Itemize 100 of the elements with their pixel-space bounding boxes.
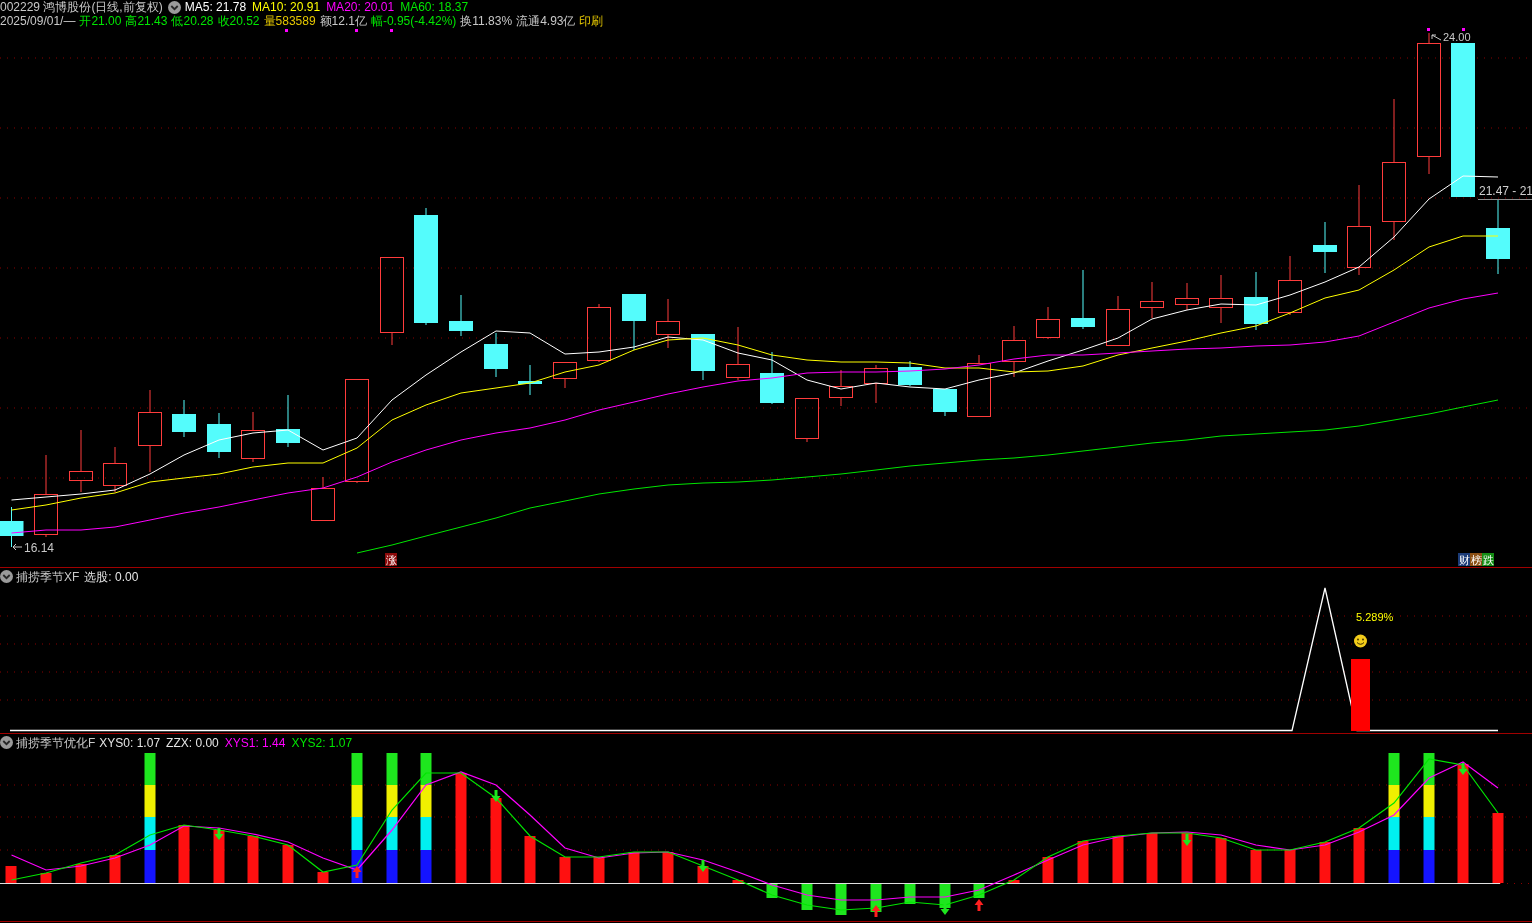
moving-average-value: MA60: 18.37 [400,0,469,14]
histogram-bar [178,825,190,883]
histogram-bar [109,855,121,883]
candlestick [311,476,335,521]
pointer-arrow-icon [1431,34,1442,41]
histogram-bar [835,884,847,915]
event-badge: 涨 [385,553,397,566]
histogram-bar [1112,836,1124,883]
candlestick [760,351,784,405]
stock-title: 002229 鸿博股份(日线,前复权) [0,0,163,14]
candlestick [587,303,611,363]
price-label: 24.00 [1443,31,1471,43]
chevron-down-circle-icon[interactable] [167,0,181,14]
down-arrow-icon [940,903,950,915]
histogram-bar [1042,857,1054,883]
indicator-title: 捕捞季节优化F [16,735,96,750]
candlestick [656,298,680,349]
candlestick [1140,281,1164,319]
event-badge: 跌 [1482,553,1494,566]
smiley-icon [1354,634,1367,648]
price-label: 16.14 [24,541,55,555]
histogram-bar [1492,813,1504,883]
candlestick [864,364,888,404]
moving-average-value: MA10: 20.91 [252,0,321,14]
candlestick [69,429,93,493]
down-arrow-icon [1182,834,1192,846]
histogram-bar [40,873,52,883]
moving-average-value: MA5: 21.78 [184,0,247,14]
quote-field: 高21.43 [125,14,168,28]
candlestick [553,362,577,389]
histogram-bar [904,884,916,904]
percent-label: 5.289% [1356,611,1394,623]
candlestick [518,364,542,396]
indicator-title: 捕捞季节XF [16,569,80,584]
candlestick [829,369,853,407]
candlestick [1036,306,1060,340]
candlestick [1175,282,1199,311]
pointer-arrow-icon [12,543,23,551]
candlestick [1313,221,1337,274]
candlestick [622,293,646,351]
indicator-value: ZZX: 0.00 [166,735,219,750]
event-badge: 财 [1458,553,1470,566]
candlestick [1002,325,1026,378]
candlestick [726,326,750,381]
quote-field: 低20.28 [171,14,214,28]
candlestick [207,412,231,459]
candlestick [933,388,957,417]
histogram-bar [317,872,329,883]
histogram-bar [1008,880,1020,883]
quote-field: 开21.00 [79,14,122,28]
histogram-bar [1077,841,1089,883]
quote-field: 2025/09/01/— [0,14,76,28]
histogram-bar [662,852,674,883]
down-arrow-icon [491,790,501,802]
candlestick [795,398,819,443]
histogram-bar [628,852,640,883]
candlestick [691,333,715,381]
indicator-value: 选股: 0.00 [84,569,139,584]
up-arrow-icon [352,866,362,878]
candlestick [103,446,127,493]
histogram-bar [973,884,985,898]
histogram-bar [524,836,536,883]
indicator-value: XYS0: 1.07 [99,735,161,750]
signal-bar [1351,659,1370,731]
candlestick [0,506,24,548]
histogram-bar [1146,833,1158,883]
histogram-bar [1284,850,1296,883]
quote-field: 额12.1亿 [319,14,367,28]
candlestick [1106,295,1130,346]
histogram-bar [1181,833,1193,883]
candlestick [484,332,508,378]
histogram-bar [1319,842,1331,883]
down-arrow-icon [698,860,708,872]
candlestick [276,394,300,448]
candlestick [967,354,991,417]
candlestick [1071,269,1095,330]
histogram-bar [732,880,744,883]
chevron-down-circle-icon[interactable] [0,736,13,749]
chevron-down-circle-icon[interactable] [0,570,13,583]
quote-field: 幅-0.95(-4.42%) [370,14,457,28]
event-badge: 榜 [1470,553,1482,566]
quote-field: 量583589 [263,14,316,28]
histogram-bar [559,857,571,883]
candlestick [241,411,265,463]
candlestick [1278,255,1302,316]
moving-average-value: MA20: 20.01 [326,0,395,14]
histogram-bar [282,845,294,883]
histogram-bar [75,864,87,883]
indicator-value: XYS2: 1.07 [291,735,353,750]
histogram-bar [1353,828,1365,883]
candlestick [449,294,473,337]
quote-field: 印刷 [579,14,604,28]
histogram-bar [1215,838,1227,883]
candlestick [1209,274,1233,324]
histogram-bar [247,836,259,883]
histogram-bar [5,866,17,883]
histogram-bar [1250,850,1262,883]
histogram-bar [870,884,882,912]
histogram-bar [766,884,778,898]
candlestick [898,360,922,387]
